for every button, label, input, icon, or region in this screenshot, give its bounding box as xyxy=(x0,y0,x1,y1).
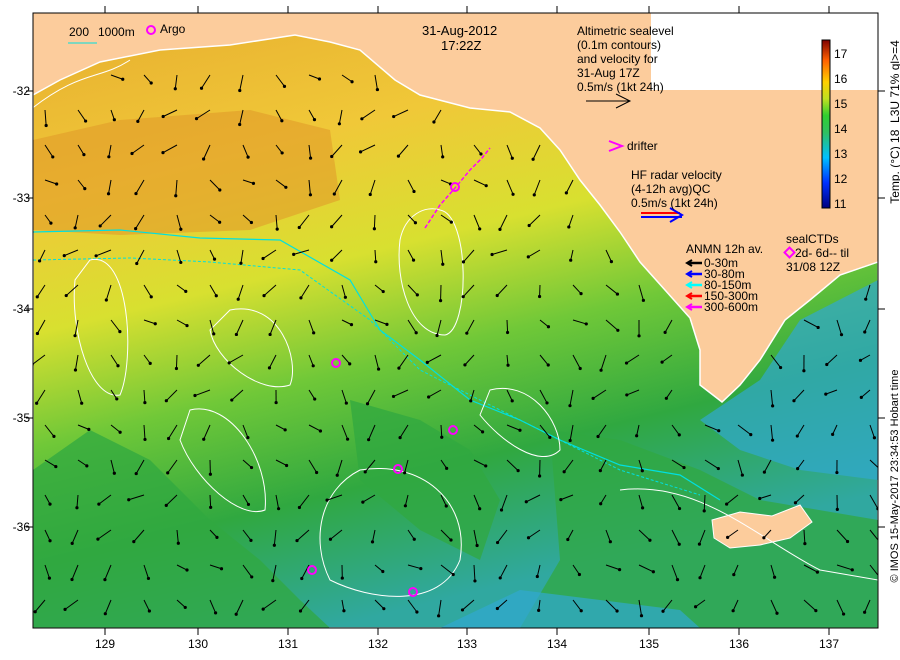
colorbar-tick: 16 xyxy=(834,72,848,86)
colorbar-tick: 17 xyxy=(834,47,848,61)
lat-tick-label: -34 xyxy=(12,302,30,316)
altimetry-legend-line: (0.1m contours) xyxy=(577,38,662,52)
map-date: 31-Aug-2012 xyxy=(422,23,498,38)
depth-200-label: 200 xyxy=(69,25,90,39)
anmn-legend-title: ANMN 12h av. xyxy=(686,242,764,256)
colorbar-tick: 11 xyxy=(834,197,847,211)
altimetry-legend-line: 31-Aug 17Z xyxy=(577,66,640,80)
lat-tick-label: -32 xyxy=(12,84,30,98)
sealctd-legend-title: sealCTDs xyxy=(786,232,839,246)
lon-tick-label: 135 xyxy=(638,637,660,651)
lon-tick-label: 132 xyxy=(367,637,389,651)
lon-tick-label: 133 xyxy=(456,637,478,651)
map-time: 17:22Z xyxy=(441,38,482,53)
colorbar xyxy=(821,39,831,209)
sealctd-legend-line2: 31/08 12Z xyxy=(786,260,841,274)
lat-tick-label: -33 xyxy=(12,191,30,205)
altimetry-legend-line: 0.5m/s (1kt 24h) xyxy=(577,80,664,94)
sealctd-legend-line1: 2d- 6d-- til xyxy=(795,246,850,260)
colorbar-tick: 14 xyxy=(834,122,848,136)
altimetry-legend-line: and velocity for xyxy=(577,52,658,66)
sst-map xyxy=(26,6,885,635)
colorbar-label: Temp. (°C) 18_L3U 71% ql>=4 xyxy=(888,40,900,204)
colorbar-tick: 12 xyxy=(834,172,848,186)
lat-tick-label: -36 xyxy=(12,520,30,534)
depth-1000-label: 1000m xyxy=(98,25,135,39)
drifter-legend-label: drifter xyxy=(627,139,658,153)
lon-tick-label: 134 xyxy=(546,637,568,651)
colorbar-tick: 15 xyxy=(834,97,848,111)
lat-tick-label: -35 xyxy=(12,411,30,425)
colorbar-tick: 13 xyxy=(834,147,848,161)
argo-legend-label: Argo xyxy=(160,22,186,36)
lon-tick-label: 136 xyxy=(728,637,750,651)
lon-tick-label: 129 xyxy=(94,637,116,651)
hf-radar-legend-line: 0.5m/s (1kt 24h) xyxy=(631,196,718,210)
lon-tick-label: 131 xyxy=(277,637,299,651)
altimetry-legend-line: Altimetric sealevel xyxy=(577,24,674,38)
lon-tick-label: 130 xyxy=(187,637,209,651)
hf-radar-legend-line: (4-12h avg)QC xyxy=(631,182,711,196)
anmn-legend-item: 300-600m xyxy=(704,300,759,314)
lon-tick-label: 137 xyxy=(818,637,840,651)
copyright-text: © IMOS 15-May-2017 23:34:53 Hobart time xyxy=(889,369,900,583)
hf-radar-legend-line: HF radar velocity xyxy=(631,168,722,182)
